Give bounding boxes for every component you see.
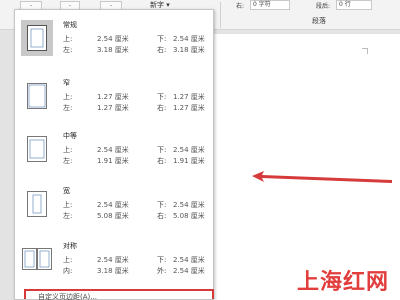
margin-normal-icon: [21, 20, 53, 56]
top-value: 2.54 厘米: [97, 256, 129, 264]
custom-margins-label: 自定义页边距(A)...: [38, 293, 97, 300]
inside-label: 内:: [63, 267, 73, 275]
left-value: 3.18 厘米: [97, 46, 129, 54]
margin-option-name: 宽: [63, 187, 70, 195]
top-value: 2.54 厘米: [97, 201, 129, 209]
margin-option-name: 常规: [63, 21, 77, 29]
right-label: 右:: [157, 157, 167, 165]
bottom-value: 2.54 厘米: [173, 201, 205, 209]
margin-moderate-icon: [21, 131, 53, 167]
top-label: 上:: [63, 256, 73, 264]
right-value: 1.91 厘米: [173, 157, 205, 165]
margin-wide-icon: [21, 186, 53, 222]
margin-corner-mark: [362, 48, 368, 54]
left-value: 5.08 厘米: [97, 212, 129, 220]
top-label: 上:: [63, 93, 73, 101]
left-value: 1.27 厘米: [97, 104, 129, 112]
margin-mirrored-icon: [21, 241, 53, 277]
bottom-label: 下:: [157, 146, 167, 154]
left-label: 左:: [63, 104, 73, 112]
top-value: 1.27 厘米: [97, 93, 129, 101]
right-value: 1.27 厘米: [173, 104, 205, 112]
margin-option-normal[interactable]: 常规 上: 2.54 厘米 下: 2.54 厘米 左: 3.18 厘米 右: 3…: [15, 14, 213, 70]
red-arrow-icon: [252, 171, 392, 183]
indent-right-input[interactable]: 0 字符: [250, 0, 290, 10]
bottom-value: 2.54 厘米: [173, 35, 205, 43]
paragraph-group-label: 段落: [312, 17, 326, 25]
bottom-value: 2.54 厘米: [173, 256, 205, 264]
outside-value: 2.54 厘米: [173, 267, 205, 275]
watermark-logo: 上海红网: [297, 270, 390, 295]
custom-margins-button[interactable]: 自定义页边距(A)...: [24, 289, 214, 300]
outside-label: 外:: [157, 267, 167, 275]
document-page[interactable]: [210, 34, 400, 300]
margins-dropdown-menu: 常规 上: 2.54 厘米 下: 2.54 厘米 左: 3.18 厘米 右: 3…: [14, 9, 214, 300]
bottom-label: 下:: [157, 93, 167, 101]
indent-right-label: 右:: [236, 3, 245, 10]
margin-option-narrow[interactable]: 窄 上: 1.27 厘米 下: 1.27 厘米 左: 1.27 厘米 右: 1.…: [15, 72, 213, 128]
ribbon-separator: [220, 2, 221, 28]
bottom-label: 下:: [157, 201, 167, 209]
right-label: 右:: [157, 46, 167, 54]
bottom-value: 1.27 厘米: [173, 93, 205, 101]
bottom-value: 2.54 厘米: [173, 146, 205, 154]
left-label: 左:: [63, 212, 73, 220]
right-label: 右:: [157, 212, 167, 220]
top-value: 2.54 厘米: [97, 146, 129, 154]
margin-option-moderate[interactable]: 中等 上: 2.54 厘米 下: 2.54 厘米 左: 1.91 厘米 右: 1…: [15, 125, 213, 181]
margin-narrow-icon: [21, 78, 53, 114]
inside-value: 3.18 厘米: [97, 267, 129, 275]
margin-option-name: 窄: [63, 79, 70, 87]
top-value: 2.54 厘米: [97, 35, 129, 43]
margin-option-name: 对称: [63, 242, 77, 250]
top-label: 上:: [63, 35, 73, 43]
margin-option-wide[interactable]: 宽 上: 2.54 厘米 下: 2.54 厘米 左: 5.08 厘米 右: 5.…: [15, 180, 213, 236]
right-label: 右:: [157, 104, 167, 112]
top-label: 上:: [63, 201, 73, 209]
spacing-after-label: 段后:: [316, 3, 331, 10]
top-label: 上:: [63, 146, 73, 154]
bottom-label: 下:: [157, 256, 167, 264]
bottom-label: 下:: [157, 35, 167, 43]
left-value: 1.91 厘米: [97, 157, 129, 165]
left-label: 左:: [63, 46, 73, 54]
margin-option-mirrored[interactable]: 对称 上: 2.54 厘米 下: 2.54 厘米 内: 3.18 厘米 外: 2…: [15, 235, 213, 291]
left-label: 左:: [63, 157, 73, 165]
right-value: 5.08 厘米: [173, 212, 205, 220]
right-value: 3.18 厘米: [173, 46, 205, 54]
margin-option-name: 中等: [63, 132, 77, 140]
spacing-after-input[interactable]: 0 行: [336, 0, 372, 10]
